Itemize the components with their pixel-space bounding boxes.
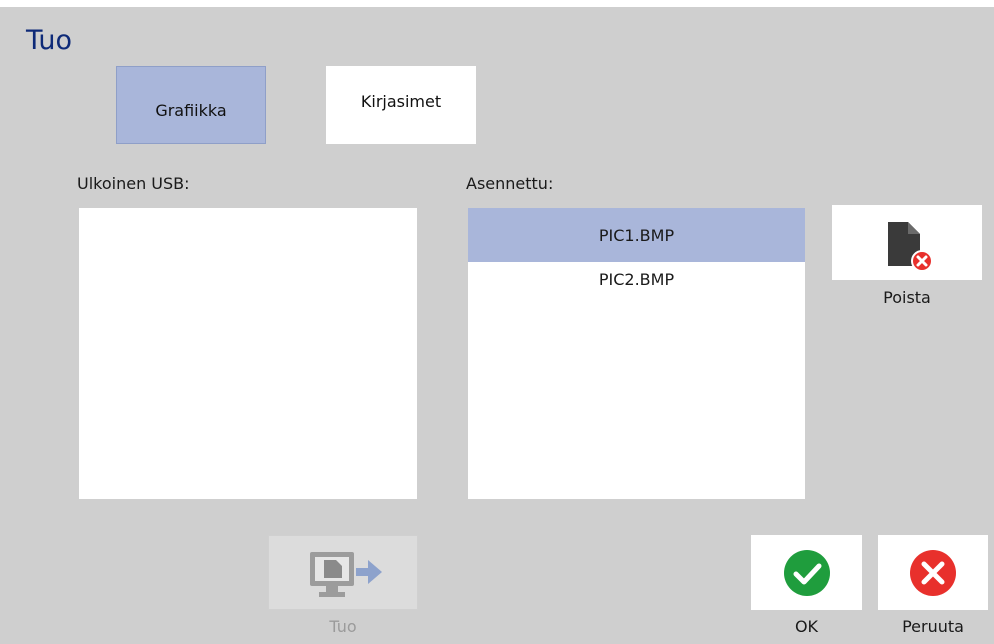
import-button-label: Tuo (329, 617, 357, 636)
cancel-button[interactable] (878, 535, 988, 610)
delete-file-icon (888, 222, 933, 272)
tab-graphics-label: Grafiikka (155, 100, 227, 120)
ok-button-label: OK (794, 617, 819, 636)
list-item[interactable]: PIC1.BMP (468, 208, 805, 262)
installed-list-label: Asennettu: (466, 174, 554, 193)
tab-graphics[interactable]: Grafiikka (116, 66, 266, 144)
green-check-icon (784, 550, 830, 596)
red-x-icon (910, 550, 956, 596)
tab-fonts[interactable]: Kirjasimet (326, 66, 476, 144)
delete-button[interactable] (832, 205, 982, 280)
tab-fonts-label: Kirjasimet (360, 91, 442, 111)
import-to-printer-icon (310, 552, 382, 597)
list-item-label: PIC1.BMP (598, 225, 675, 245)
ok-button[interactable] (751, 535, 862, 610)
import-dialog: Tuo Grafiikka Kirjasimet Ulkoinen USB: A… (0, 7, 994, 644)
list-item[interactable]: PIC2.BMP (468, 262, 805, 318)
cancel-button-label: Peruuta (902, 617, 964, 636)
list-item-label: PIC2.BMP (598, 270, 675, 289)
usb-file-list[interactable] (79, 208, 417, 499)
dialog-title: Tuo (26, 25, 73, 56)
installed-file-list[interactable]: PIC1.BMP PIC2.BMP (468, 208, 805, 499)
usb-list-label: Ulkoinen USB: (77, 174, 190, 193)
delete-button-label: Poista (883, 288, 931, 307)
import-button[interactable] (268, 535, 418, 610)
